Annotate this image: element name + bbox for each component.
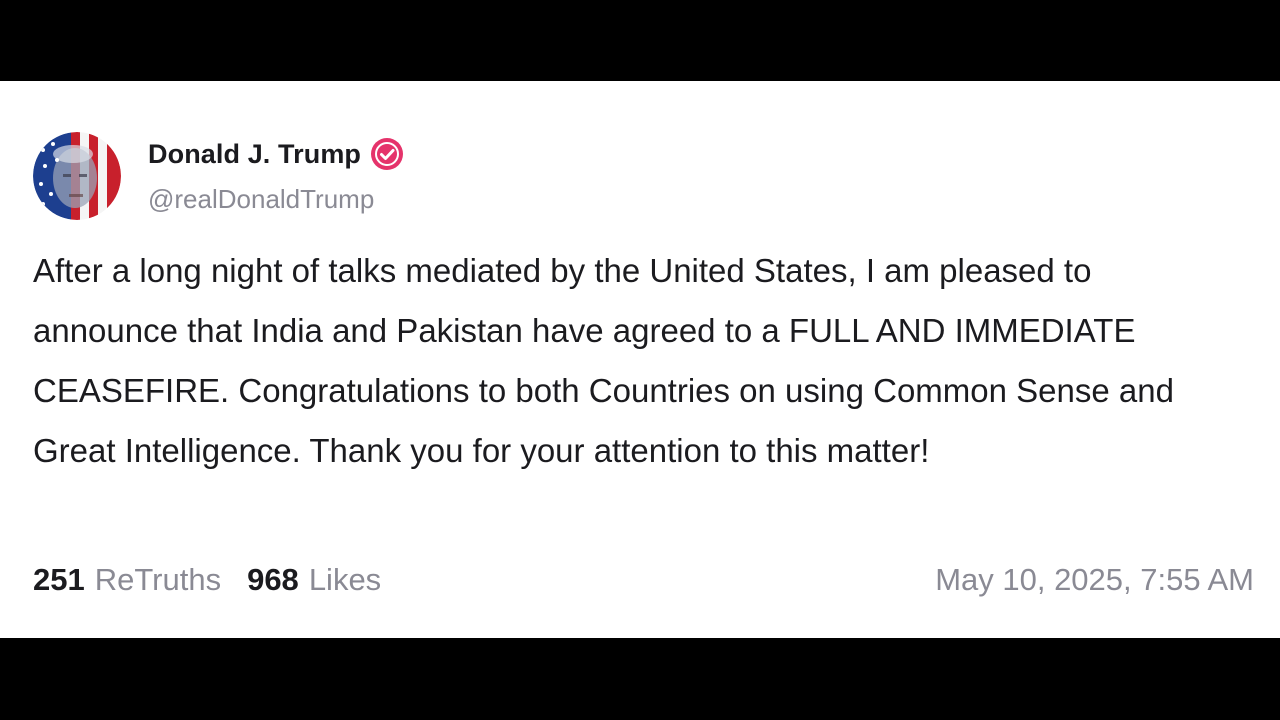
video-frame: Donald J. Trump @realDonaldTrump After a… [0, 0, 1280, 720]
author-handle[interactable]: @realDonaldTrump [148, 184, 374, 215]
likes-stat[interactable]: 968 Likes [247, 562, 381, 598]
likes-label: Likes [308, 562, 382, 597]
retruths-stat[interactable]: 251 ReTruths [33, 562, 221, 598]
avatar-image [33, 132, 121, 220]
verified-badge-icon [371, 138, 404, 170]
post-stats: 251 ReTruths 968 Likes [33, 562, 381, 598]
retruths-count: 251 [33, 562, 85, 597]
avatar[interactable] [33, 132, 121, 220]
post-timestamp[interactable]: May 10, 2025, 7:55 AM [935, 562, 1254, 598]
post-text: After a long night of talks mediated by … [33, 252, 1174, 469]
author-name-row: Donald J. Trump [148, 137, 404, 171]
retruths-label: ReTruths [94, 562, 222, 597]
author-display-name[interactable]: Donald J. Trump [148, 139, 361, 170]
post-card: Donald J. Trump @realDonaldTrump After a… [0, 81, 1280, 638]
likes-count: 968 [247, 562, 299, 597]
